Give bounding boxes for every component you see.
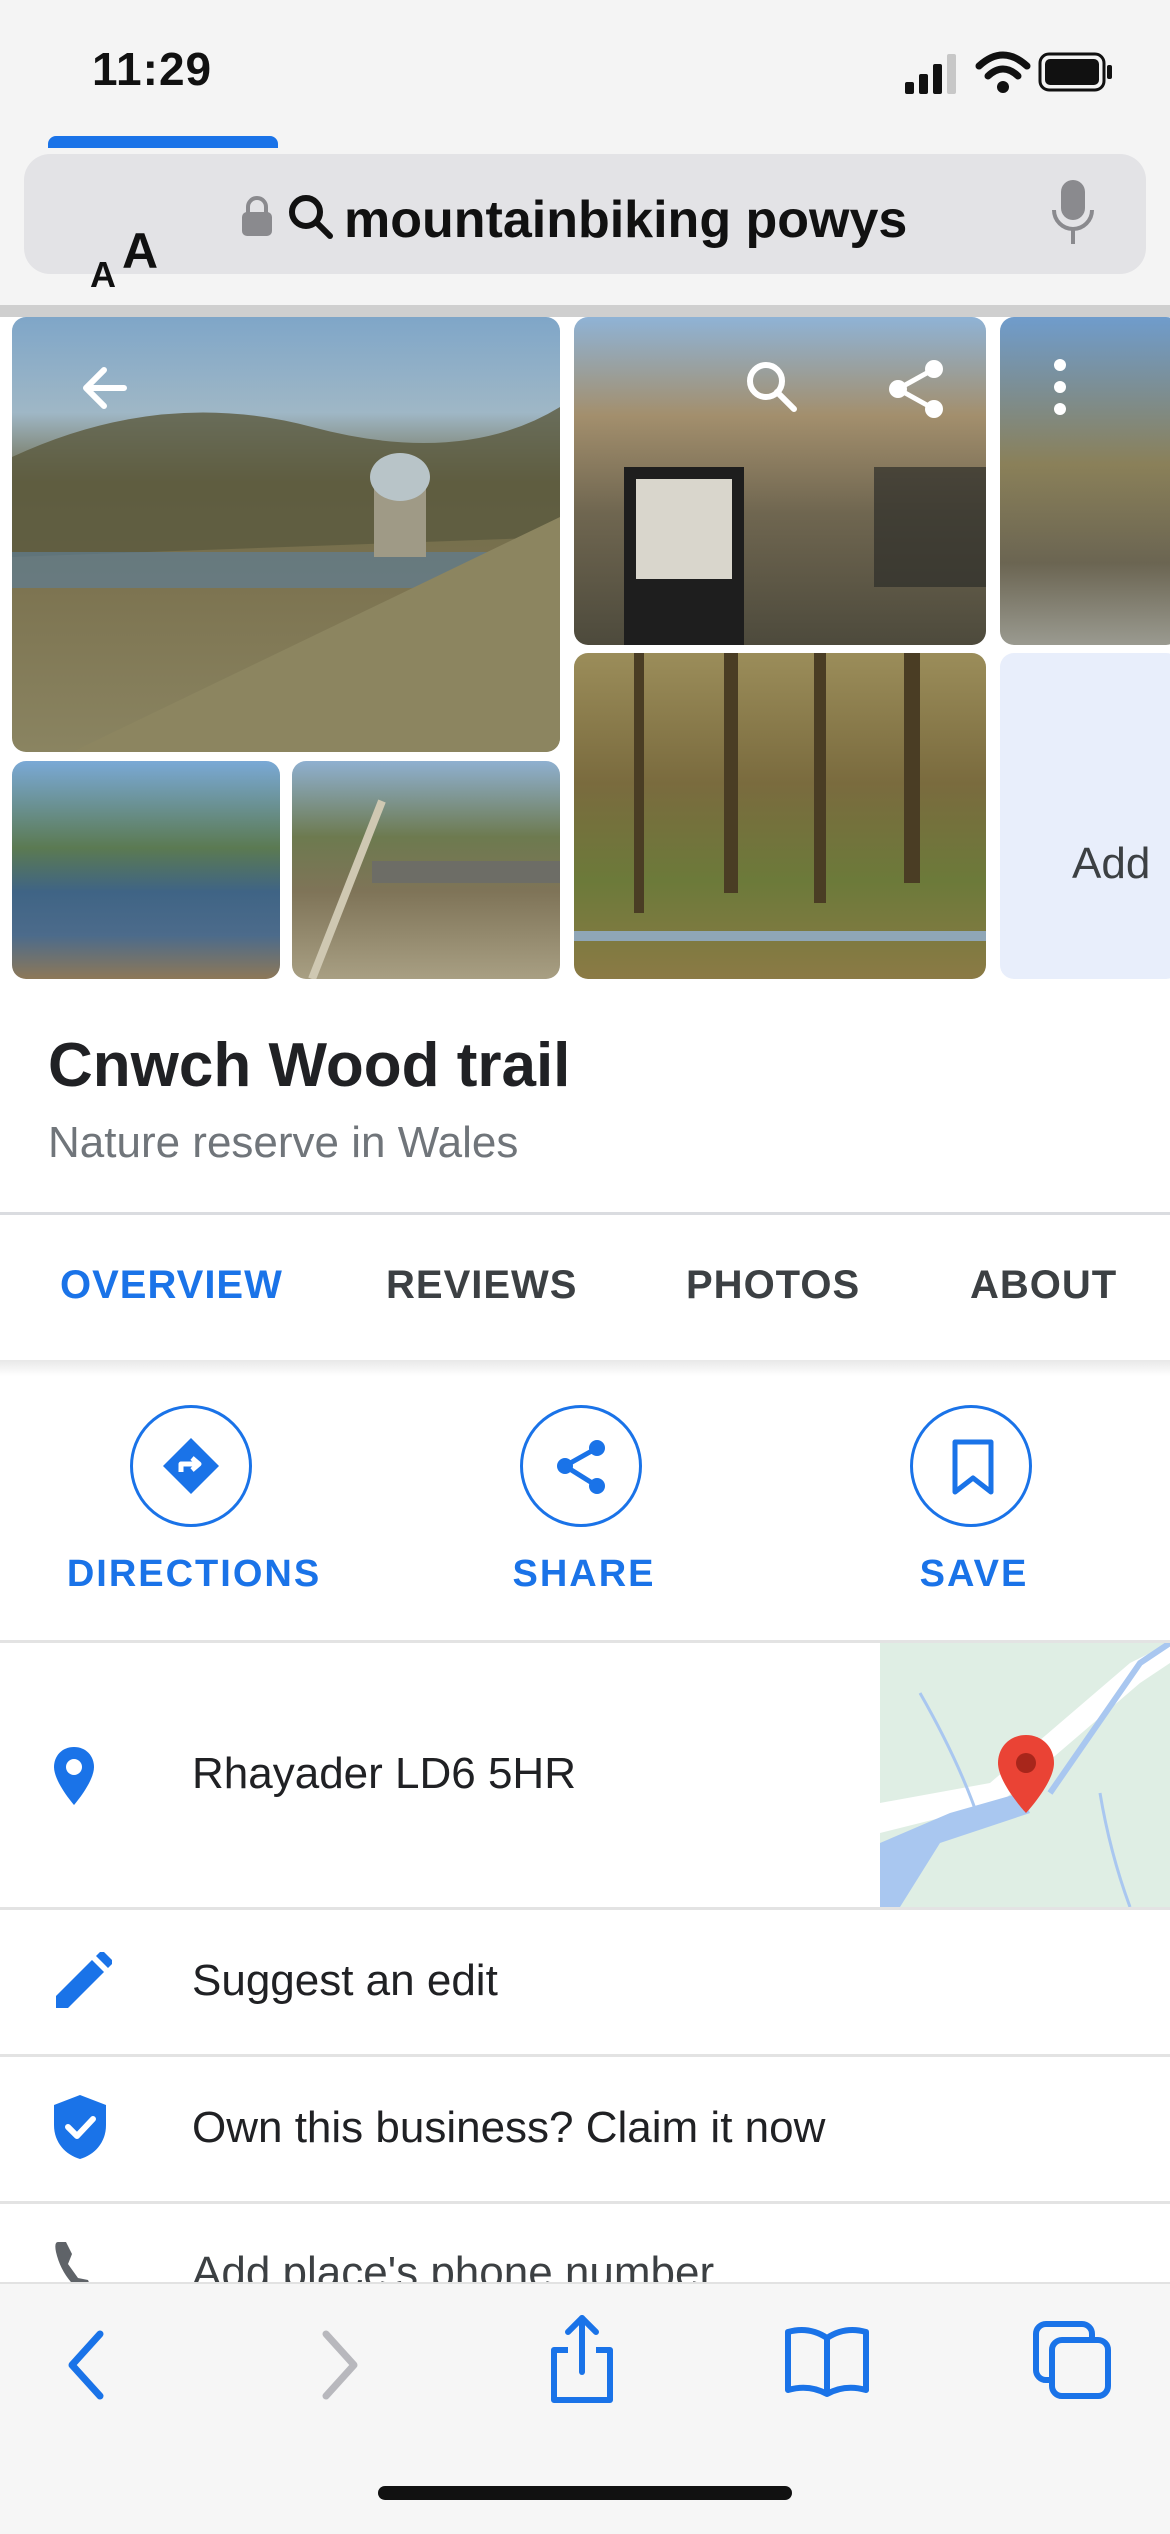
url-text[interactable]: mountainbiking powys: [344, 190, 907, 250]
more-options-icon[interactable]: [1048, 357, 1072, 417]
share-sheet-icon[interactable]: [548, 2312, 616, 2406]
place-subtitle: Nature reserve in Wales: [48, 1118, 519, 1167]
home-indicator: [378, 2486, 792, 2500]
photo-lake[interactable]: [12, 761, 280, 979]
verified-shield-icon: [54, 2095, 106, 2159]
photo-bridge[interactable]: [292, 761, 560, 979]
map-pin-icon: [998, 1735, 1054, 1813]
address-text: Rhayader LD6 5HR: [192, 1749, 576, 1798]
photo-woodland[interactable]: [574, 653, 986, 979]
aa-small-letter: A: [90, 254, 116, 295]
add-photo-tile[interactable]: Add: [1000, 653, 1170, 979]
save-button[interactable]: SAVE: [834, 1405, 1114, 1605]
back-arrow-icon[interactable]: [78, 360, 134, 416]
status-bar: 11:29: [0, 0, 1170, 150]
directions-circle: [130, 1405, 252, 1527]
search-overlay-icon[interactable]: [742, 357, 802, 417]
add-phone-row[interactable]: Add place's phone number: [0, 2204, 1170, 2282]
save-circle: [910, 1405, 1032, 1527]
address-bar[interactable]: A A mountainbiking powys: [24, 154, 1146, 295]
save-label: SAVE: [919, 1553, 1029, 1595]
back-nav-icon[interactable]: [62, 2328, 108, 2402]
lock-icon: [242, 196, 272, 236]
microphone-icon[interactable]: [1050, 178, 1096, 250]
bookmarks-icon[interactable]: [784, 2324, 870, 2398]
battery-icon: [1038, 52, 1112, 92]
pencil-icon: [56, 1952, 112, 2008]
tabs-icon[interactable]: [1032, 2320, 1114, 2402]
wifi-icon: [975, 51, 1031, 93]
photo-viewpoint[interactable]: [1000, 317, 1170, 645]
status-time: 11:29: [92, 43, 213, 95]
tab-reviews[interactable]: REVIEWS: [386, 1263, 577, 1308]
share-button[interactable]: SHARE: [444, 1405, 724, 1605]
search-icon: [289, 195, 333, 239]
place-title: Cnwch Wood trail: [48, 1031, 571, 1100]
photo-gallery: Add: [0, 305, 1170, 985]
tab-photos[interactable]: PHOTOS: [686, 1263, 860, 1308]
tab-bar-shadow: [0, 1360, 1170, 1376]
tab-overview[interactable]: OVERVIEW: [60, 1263, 283, 1308]
gallery-top-edge: [0, 305, 1170, 317]
share-icon: [557, 1440, 605, 1494]
claim-business-text: Own this business? Claim it now: [192, 2103, 826, 2152]
cellular-signal-icon: [905, 54, 956, 94]
bridge-illustration: [308, 799, 560, 979]
share-label: SHARE: [512, 1553, 656, 1595]
suggest-edit-row[interactable]: Suggest an edit: [0, 1910, 1170, 2054]
woodland-illustration: [574, 653, 986, 941]
directions-label: DIRECTIONS: [66, 1553, 322, 1595]
suggest-edit-text: Suggest an edit: [192, 1956, 498, 2005]
phone-icon: [55, 2242, 89, 2282]
add-phone-text: Add place's phone number: [192, 2248, 715, 2282]
location-pin-icon: [54, 1747, 94, 1805]
tab-selected-indicator: [48, 136, 278, 148]
directions-button[interactable]: DIRECTIONS: [54, 1405, 334, 1605]
bookmark-icon: [952, 1439, 994, 1495]
reader-text-size-button[interactable]: A A: [62, 184, 162, 295]
share-overlay-icon[interactable]: [886, 357, 948, 421]
address-row[interactable]: Rhayader LD6 5HR: [0, 1643, 880, 1907]
tab-about[interactable]: ABOUT: [970, 1263, 1117, 1308]
aa-big-letter: A: [122, 223, 159, 279]
add-photo-label: Add: [1072, 839, 1151, 888]
share-circle: [520, 1405, 642, 1527]
tab-bar: OVERVIEW REVIEWS PHOTOS ABOUT: [0, 1212, 1170, 1363]
claim-business-row[interactable]: Own this business? Claim it now: [0, 2057, 1170, 2201]
mini-map[interactable]: [880, 1643, 1170, 1907]
forward-nav-icon[interactable]: [318, 2328, 364, 2402]
directions-icon: [163, 1438, 219, 1494]
